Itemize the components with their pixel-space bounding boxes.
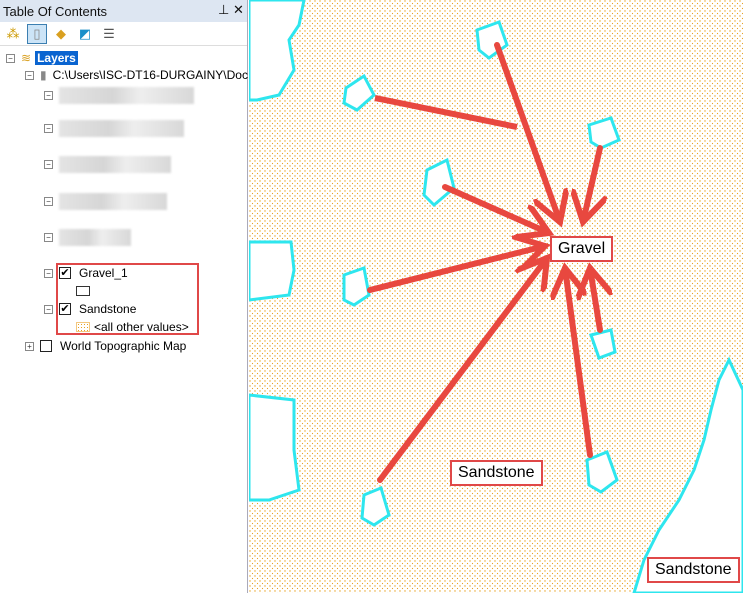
gravel-polygon bbox=[247, 393, 301, 502]
layers-label[interactable]: Layers bbox=[35, 51, 78, 65]
collapse-icon[interactable]: − bbox=[25, 70, 34, 80]
visibility-checkbox[interactable] bbox=[40, 340, 52, 352]
redacted-layer-name bbox=[59, 228, 131, 246]
redacted-layer-name bbox=[59, 119, 184, 137]
sandstone-fill bbox=[249, 0, 743, 593]
layers-icon: ≋ bbox=[21, 51, 32, 65]
layers-root[interactable]: − ≋ Layers bbox=[6, 49, 78, 67]
gravel-label: Gravel bbox=[550, 236, 614, 262]
options-button[interactable]: ☰ bbox=[99, 24, 119, 44]
collapse-icon[interactable]: − bbox=[44, 90, 53, 100]
blurred-layer[interactable]: − bbox=[44, 119, 184, 137]
sandstone-label: Sandstone bbox=[450, 460, 543, 486]
collapse-icon[interactable]: − bbox=[44, 304, 53, 314]
blurred-layer[interactable]: − bbox=[44, 86, 194, 104]
list-by-selection-button[interactable]: ◩ bbox=[75, 24, 95, 44]
collapse-icon[interactable]: − bbox=[44, 159, 53, 169]
toc-title-bar: Table Of Contents ⊥ ✕ bbox=[0, 0, 247, 22]
sandstone-label: Sandstone bbox=[647, 557, 740, 583]
toc-toolbar: ⁂ ▯ ◆ ◩ ☰ bbox=[0, 22, 247, 46]
highlight-box bbox=[56, 263, 199, 335]
source-path: C:\Users\ISC-DT16-DURGAINY\Doc bbox=[52, 68, 248, 82]
collapse-icon[interactable]: − bbox=[44, 232, 53, 242]
blurred-layer[interactable]: − bbox=[44, 192, 167, 210]
map-canvas bbox=[247, 0, 743, 595]
layer-name: World Topographic Map bbox=[60, 339, 187, 353]
table-of-contents: Table Of Contents ⊥ ✕ ⁂ ▯ ◆ ◩ ☰ − ≋ Laye… bbox=[0, 0, 248, 593]
list-by-visibility-button[interactable]: ◆ bbox=[51, 24, 71, 44]
list-by-source-button[interactable]: ▯ bbox=[27, 23, 47, 44]
layer-world-topographic[interactable]: + World Topographic Map bbox=[25, 337, 186, 355]
database-icon: ▮ bbox=[40, 68, 47, 82]
blurred-layer[interactable]: − bbox=[44, 155, 171, 173]
blurred-layer[interactable]: − bbox=[44, 228, 131, 246]
data-source[interactable]: − ▮ C:\Users\ISC-DT16-DURGAINY\Doc bbox=[25, 66, 248, 84]
expand-icon[interactable]: + bbox=[25, 341, 34, 351]
redacted-layer-name bbox=[59, 192, 167, 210]
collapse-icon[interactable]: − bbox=[44, 196, 53, 206]
redacted-layer-name bbox=[59, 86, 194, 104]
gravel-polygon bbox=[247, 240, 296, 302]
collapse-icon[interactable]: − bbox=[6, 53, 15, 63]
pin-icon[interactable]: ⊥ bbox=[218, 2, 229, 18]
map-view[interactable]: Gravel Sandstone Sandstone bbox=[247, 0, 743, 595]
close-icon[interactable]: ✕ bbox=[233, 2, 244, 18]
toc-title: Table Of Contents bbox=[3, 3, 108, 19]
redacted-layer-name bbox=[59, 155, 171, 173]
list-by-drawing-order-button[interactable]: ⁂ bbox=[3, 24, 23, 44]
collapse-icon[interactable]: − bbox=[44, 268, 53, 278]
collapse-icon[interactable]: − bbox=[44, 123, 53, 133]
